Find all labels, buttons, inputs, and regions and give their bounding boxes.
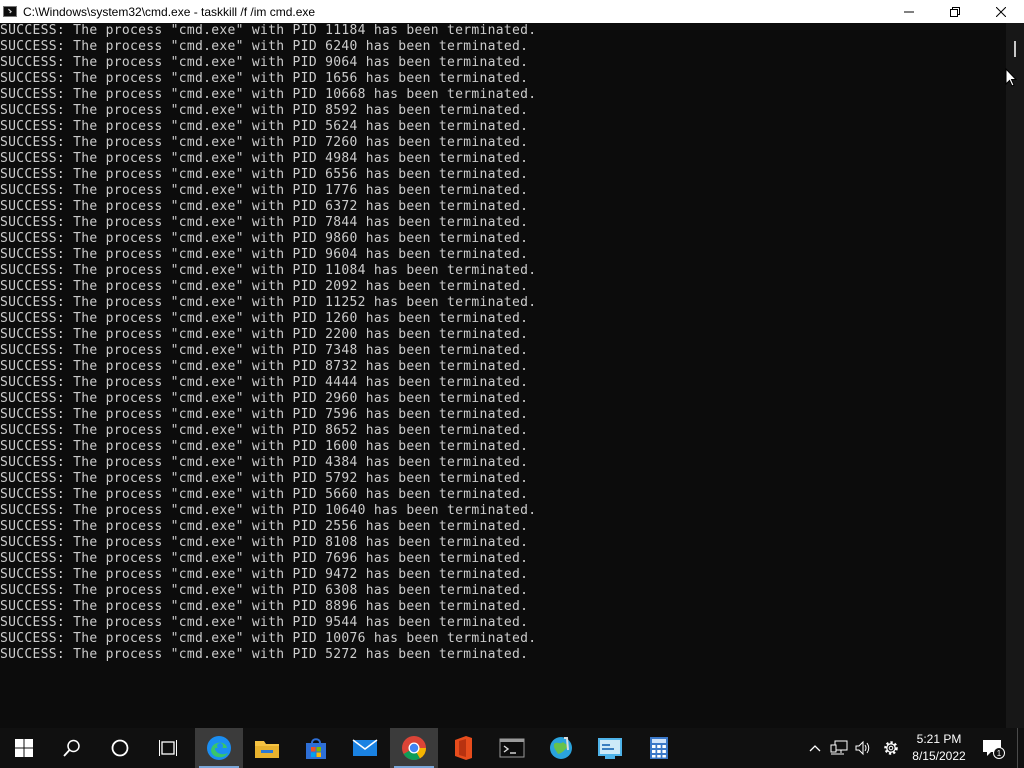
network-button[interactable] — [828, 728, 850, 768]
console-line: SUCCESS: The process "cmd.exe" with PID … — [0, 407, 529, 422]
notification-icon: 1 — [983, 740, 1005, 759]
start-button[interactable] — [0, 728, 48, 768]
console-line: SUCCESS: The process "cmd.exe" with PID … — [0, 71, 529, 86]
taskbar: 5:21 PM 8/15/2022 1 — [0, 728, 1024, 768]
cortana-icon — [111, 739, 129, 757]
console-line: SUCCESS: The process "cmd.exe" with PID … — [0, 391, 529, 406]
console-line: SUCCESS: The process "cmd.exe" with PID … — [0, 135, 529, 150]
mail-icon — [352, 739, 378, 756]
taskbar-app-file-explorer[interactable] — [243, 728, 291, 768]
clock-date: 8/15/2022 — [912, 749, 966, 763]
chrome-icon — [402, 736, 426, 761]
volume-icon — [855, 740, 870, 756]
task-view-icon — [159, 740, 177, 756]
minimize-button[interactable] — [886, 0, 932, 23]
taskbar-app-edge[interactable] — [195, 728, 243, 768]
console-line: SUCCESS: The process "cmd.exe" with PID … — [0, 583, 529, 598]
close-button[interactable] — [978, 0, 1024, 23]
console-line: SUCCESS: The process "cmd.exe" with PID … — [0, 471, 529, 486]
taskbar-clock[interactable]: 5:21 PM 8/15/2022 — [908, 731, 970, 765]
console-line: SUCCESS: The process "cmd.exe" with PID … — [0, 183, 529, 198]
console-line: SUCCESS: The process "cmd.exe" with PID … — [0, 119, 529, 134]
scrollbar-thumb[interactable] — [1014, 41, 1016, 57]
command-prompt-icon — [499, 738, 525, 758]
office-icon — [455, 736, 472, 760]
taskbar-app-command-prompt[interactable] — [488, 728, 536, 768]
notification-count: 1 — [997, 749, 1002, 758]
console-output[interactable]: SUCCESS: The process "cmd.exe" with PID … — [0, 23, 1006, 728]
console-line: SUCCESS: The process "cmd.exe" with PID … — [0, 359, 529, 374]
chevron-up-icon — [809, 745, 821, 752]
console-line: SUCCESS: The process "cmd.exe" with PID … — [0, 263, 537, 278]
gear-icon — [884, 741, 898, 755]
cortana-button[interactable] — [96, 728, 144, 768]
window-title: C:\Windows\system32\cmd.exe - taskkill /… — [23, 4, 316, 19]
console-line: SUCCESS: The process "cmd.exe" with PID … — [0, 535, 529, 550]
console-line: SUCCESS: The process "cmd.exe" with PID … — [0, 599, 529, 614]
console-line: SUCCESS: The process "cmd.exe" with PID … — [0, 103, 529, 118]
cmd-app-icon[interactable] — [3, 6, 17, 17]
edge-icon — [207, 736, 231, 760]
console-line: SUCCESS: The process "cmd.exe" with PID … — [0, 343, 529, 358]
show-hidden-icons-button[interactable] — [804, 728, 826, 768]
window-title-bar[interactable]: C:\Windows\system32\cmd.exe - taskkill /… — [0, 0, 1024, 23]
console-line: SUCCESS: The process "cmd.exe" with PID … — [0, 375, 529, 390]
console-line: SUCCESS: The process "cmd.exe" with PID … — [0, 199, 529, 214]
console-line: SUCCESS: The process "cmd.exe" with PID … — [0, 519, 529, 534]
network-icon — [830, 740, 848, 755]
console-line: SUCCESS: The process "cmd.exe" with PID … — [0, 631, 537, 646]
taskbar-app-office[interactable] — [439, 728, 487, 768]
action-center-button[interactable]: 1 — [978, 728, 1008, 768]
control-panel-icon — [598, 738, 622, 759]
console-line: SUCCESS: The process "cmd.exe" with PID … — [0, 231, 529, 246]
show-desktop-button[interactable] — [1017, 728, 1018, 768]
taskbar-app-mail[interactable] — [341, 728, 389, 768]
console-line: SUCCESS: The process "cmd.exe" with PID … — [0, 39, 529, 54]
restore-icon — [950, 6, 960, 17]
search-icon — [63, 739, 80, 757]
taskbar-app-calculator[interactable] — [635, 728, 683, 768]
console-line: SUCCESS: The process "cmd.exe" with PID … — [0, 87, 537, 102]
console-line: SUCCESS: The process "cmd.exe" with PID … — [0, 295, 537, 310]
minimize-icon — [904, 11, 914, 12]
console-line: SUCCESS: The process "cmd.exe" with PID … — [0, 279, 529, 294]
console-line: SUCCESS: The process "cmd.exe" with PID … — [0, 311, 529, 326]
calculator-icon — [650, 737, 668, 759]
console-line: SUCCESS: The process "cmd.exe" with PID … — [0, 327, 529, 342]
volume-button[interactable] — [852, 728, 874, 768]
windows-logo-icon — [15, 739, 33, 757]
close-icon — [996, 6, 1006, 17]
console-line: SUCCESS: The process "cmd.exe" with PID … — [0, 551, 529, 566]
window-controls — [886, 0, 1024, 23]
task-view-button[interactable] — [144, 728, 192, 768]
console-line: SUCCESS: The process "cmd.exe" with PID … — [0, 615, 529, 630]
file-explorer-icon — [255, 741, 279, 758]
console-line: SUCCESS: The process "cmd.exe" with PID … — [0, 567, 529, 582]
settings-button[interactable] — [879, 728, 903, 768]
console-line: SUCCESS: The process "cmd.exe" with PID … — [0, 23, 537, 38]
taskbar-app-maps[interactable] — [537, 728, 585, 768]
console-line: SUCCESS: The process "cmd.exe" with PID … — [0, 247, 529, 262]
console-line: SUCCESS: The process "cmd.exe" with PID … — [0, 455, 529, 470]
search-button[interactable] — [48, 728, 96, 768]
console-line: SUCCESS: The process "cmd.exe" with PID … — [0, 55, 529, 70]
console-line: SUCCESS: The process "cmd.exe" with PID … — [0, 439, 529, 454]
vertical-scrollbar[interactable] — [1006, 23, 1024, 728]
restore-button[interactable] — [932, 0, 978, 23]
console-line: SUCCESS: The process "cmd.exe" with PID … — [0, 487, 529, 502]
taskbar-app-store[interactable] — [292, 728, 340, 768]
taskbar-app-chrome[interactable] — [390, 728, 438, 768]
console-line: SUCCESS: The process "cmd.exe" with PID … — [0, 167, 529, 182]
console-line: SUCCESS: The process "cmd.exe" with PID … — [0, 215, 529, 230]
clock-time: 5:21 PM — [916, 732, 962, 746]
console-line: SUCCESS: The process "cmd.exe" with PID … — [0, 423, 529, 438]
console-line: SUCCESS: The process "cmd.exe" with PID … — [0, 503, 537, 518]
maps-icon — [550, 737, 572, 759]
console-line: SUCCESS: The process "cmd.exe" with PID … — [0, 151, 529, 166]
mouse-pointer-icon — [1005, 68, 1017, 87]
taskbar-app-control-panel[interactable] — [586, 728, 634, 768]
microsoft-store-icon — [306, 738, 326, 759]
console-line: SUCCESS: The process "cmd.exe" with PID … — [0, 647, 529, 662]
